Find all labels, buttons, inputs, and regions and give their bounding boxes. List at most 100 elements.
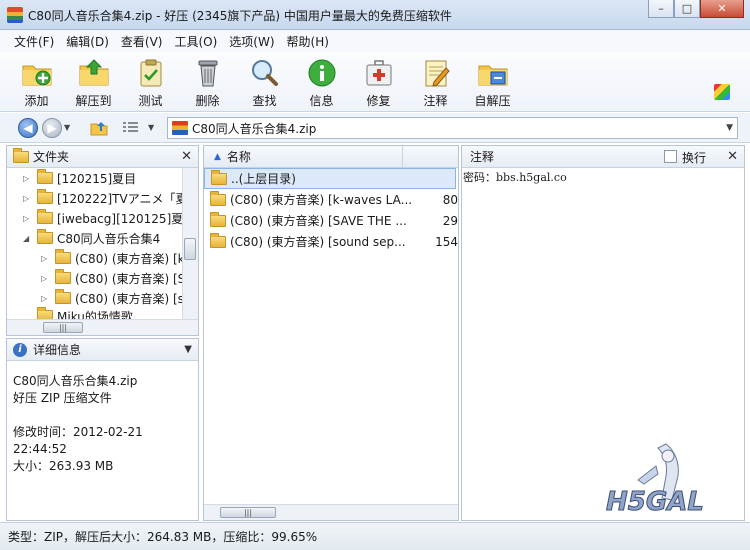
comment-pane-close-icon[interactable]: ✕: [727, 149, 738, 164]
expand-icon[interactable]: ▷: [41, 294, 51, 303]
wrap-label: 换行: [682, 151, 707, 165]
list-item-name: ..(上层目录): [231, 172, 296, 186]
wrap-checkbox[interactable]: [664, 150, 677, 163]
expand-icon[interactable]: ▷: [23, 174, 33, 183]
list-item-size: 154: [435, 234, 458, 249]
details-pane: i 详细信息 ▼ C80同人音乐合集4.zip 好压 ZIP 压缩文件 修改时间…: [6, 338, 199, 521]
close-button[interactable]: ✕: [700, 0, 744, 18]
view-dropdown-icon[interactable]: ▼: [148, 123, 154, 132]
list-item-size: 80: [442, 192, 458, 207]
menu-file[interactable]: 文件(F): [8, 33, 60, 50]
repair-label: 修复: [366, 94, 391, 108]
folder-icon: [210, 211, 226, 227]
list-item-size: 29: [442, 213, 458, 228]
tree-item-label: (C80) (東方音楽) [k: [75, 251, 185, 266]
folder-icon: [37, 189, 53, 204]
tree-item[interactable]: ▷ (C80) (東方音楽) [s: [41, 288, 184, 308]
menu-edit[interactable]: 编辑(D): [60, 33, 115, 50]
clipboard-check-icon: [135, 58, 167, 88]
tree-item-selected[interactable]: ◢ C80同人音乐合集4: [23, 228, 160, 248]
info-button[interactable]: 信息: [293, 52, 350, 112]
back-icon[interactable]: ◀: [18, 118, 38, 138]
details-collapse-icon[interactable]: ▼: [184, 344, 192, 355]
watermark-text: H5GAL: [606, 487, 704, 516]
address-field[interactable]: C80同人音乐合集4.zip ▼: [167, 117, 738, 139]
menu-options[interactable]: 选项(W): [223, 33, 280, 50]
info-circle-icon: i: [13, 342, 27, 357]
scroll-thumb[interactable]: [184, 238, 196, 260]
expand-icon[interactable]: ▷: [41, 274, 51, 283]
file-list-hscrollbar[interactable]: |||: [204, 504, 458, 520]
magnifier-icon: [249, 58, 281, 88]
details-filetype: 好压 ZIP 压缩文件: [13, 391, 112, 405]
expand-icon[interactable]: ▷: [23, 194, 33, 203]
view-mode-icon[interactable]: [122, 121, 140, 135]
column-divider[interactable]: [402, 146, 403, 168]
address-bar: ◀ ▶ ▼ ▼ C80同人音乐合集4.zip ▼: [0, 113, 750, 143]
scroll-thumb[interactable]: |||: [220, 507, 276, 518]
comment-button[interactable]: 注释: [407, 52, 464, 112]
details-pane-title: 详细信息: [33, 343, 82, 357]
self-extract-button[interactable]: 自解压: [464, 52, 521, 112]
file-list-header: ▲ 名称: [204, 146, 458, 168]
list-item[interactable]: (C80) (東方音楽) [SAVE THE ... 29: [204, 210, 458, 231]
skin-icon[interactable]: [714, 84, 730, 100]
folder-icon: [37, 169, 53, 184]
tree-item[interactable]: ▷ (C80) (東方音楽) [S: [41, 268, 185, 288]
folder-pane-hscrollbar[interactable]: |||: [7, 319, 198, 335]
status-text: 类型：ZIP，解压后大小：264.83 MB，压缩比：99.65%: [8, 530, 318, 544]
find-label: 查找: [252, 94, 277, 108]
delete-label: 删除: [195, 94, 220, 108]
menu-tools[interactable]: 工具(O): [168, 33, 223, 50]
tree-item-label: [120215]夏目: [57, 171, 137, 186]
maximize-button[interactable]: □: [674, 0, 700, 18]
list-item-name: (C80) (東方音楽) [SAVE THE ...: [230, 214, 407, 228]
folder-pane-close-icon[interactable]: ✕: [181, 149, 192, 164]
folder-icon: [55, 269, 71, 284]
extract-to-button[interactable]: 解压到: [65, 52, 122, 112]
info-icon: [306, 58, 338, 88]
find-button[interactable]: 查找: [236, 52, 293, 112]
watermark-logo: H5GAL: [596, 436, 736, 518]
expand-icon[interactable]: ▷: [41, 254, 51, 263]
forward-icon[interactable]: ▶: [42, 118, 62, 138]
notepad-icon: [420, 58, 452, 88]
extract-to-label: 解压到: [75, 94, 112, 108]
folder-extract-icon: [78, 58, 110, 88]
add-label: 添加: [24, 94, 49, 108]
repair-button[interactable]: 修复: [350, 52, 407, 112]
expand-icon[interactable]: ▷: [23, 214, 33, 223]
app-icon: [7, 7, 23, 23]
tree-item[interactable]: ▷ [120215]夏目: [23, 168, 136, 188]
scroll-thumb[interactable]: |||: [43, 322, 83, 333]
menu-view[interactable]: 查看(V): [115, 33, 169, 50]
folder-icon: [210, 190, 226, 206]
list-item-name: (C80) (東方音楽) [k-waves LA...: [230, 193, 413, 207]
history-dropdown-icon[interactable]: ▼: [64, 123, 70, 132]
test-button[interactable]: 测试: [122, 52, 179, 112]
tree-item[interactable]: ▷ (C80) (東方音楽) [k: [41, 248, 185, 268]
up-folder-icon[interactable]: [90, 120, 108, 136]
details-size: 大小：263.93 MB: [13, 459, 114, 473]
details-filename: C80同人音乐合集4.zip: [13, 374, 138, 388]
tree-item[interactable]: ▷ [120222]TVアニメ「夏: [23, 188, 187, 208]
list-item[interactable]: (C80) (東方音楽) [sound sep... 154: [204, 231, 458, 252]
list-item-name: (C80) (東方音楽) [sound sep...: [230, 235, 406, 249]
column-name-header[interactable]: 名称: [227, 148, 251, 165]
add-button[interactable]: 添加: [8, 52, 65, 112]
list-item[interactable]: (C80) (東方音楽) [k-waves LA... 80: [204, 189, 458, 210]
menu-help[interactable]: 帮助(H): [281, 33, 335, 50]
folder-pane-vscrollbar[interactable]: [182, 168, 198, 319]
test-label: 测试: [138, 94, 163, 108]
details-pane-header: i 详细信息 ▼: [7, 339, 198, 361]
comment-text[interactable]: 密码：bbs.h5gal.co: [462, 168, 744, 185]
tree-item[interactable]: ▷ [iwebacg][120125]夏目: [23, 208, 195, 228]
list-item-parent-dir[interactable]: ..(上层目录): [204, 168, 456, 189]
folder-pane: 文件夹 ✕ ▷ [120215]夏目 ▷ [120222]TVアニメ「夏 ▷ […: [6, 145, 199, 336]
collapse-icon[interactable]: ◢: [23, 234, 33, 243]
minimize-button[interactable]: –: [648, 0, 674, 18]
delete-button[interactable]: 删除: [179, 52, 236, 112]
tree-item-label: [120222]TVアニメ「夏: [57, 191, 188, 206]
address-dropdown-icon[interactable]: ▼: [726, 123, 733, 133]
folder-icon: [211, 169, 227, 185]
